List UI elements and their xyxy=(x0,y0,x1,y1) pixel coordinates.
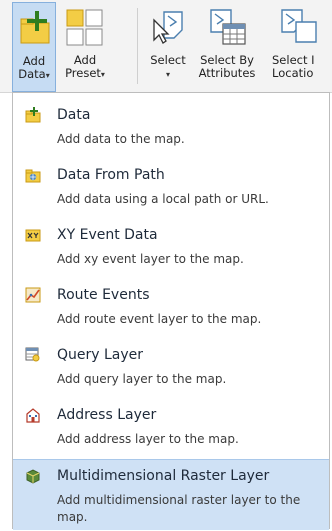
menu-item-title: Address Layer xyxy=(57,407,157,423)
select-icon xyxy=(150,8,186,50)
menu-item-xy-event-data[interactable]: XY Event Data Add xy event layer to the … xyxy=(13,219,329,275)
menu-item-description: Add data using a local path or URL. xyxy=(57,192,269,206)
menu-item-data-from-path[interactable]: Data From Path Add data using a local pa… xyxy=(13,159,329,215)
select-by-location-label-line2: Locatio xyxy=(272,66,314,80)
menu-item-description: Add data to the map. xyxy=(57,132,185,146)
select-by-attributes-icon xyxy=(207,8,247,50)
chevron-down-icon: ▾ xyxy=(165,70,170,79)
menu-item-data[interactable]: Data Add data to the map. xyxy=(13,99,329,155)
ribbon-separator xyxy=(137,8,138,84)
menu-item-description: Add xy event layer to the map. xyxy=(57,252,244,266)
xy-event-icon xyxy=(25,227,41,243)
menu-item-description: Add query layer to the map. xyxy=(57,372,227,386)
menu-item-route-events[interactable]: Route Events Add route event layer to th… xyxy=(13,279,329,335)
add-data-label-line2: Data xyxy=(18,67,46,81)
select-button[interactable]: Select ▾ xyxy=(142,2,194,90)
ribbon: Add Data▾ Add Preset▾ Select ▾ Select By… xyxy=(0,0,332,93)
menu-item-title: Data From Path xyxy=(57,167,165,183)
query-layer-icon xyxy=(25,347,41,363)
multidimensional-raster-icon xyxy=(25,468,41,484)
add-preset-icon xyxy=(65,8,105,52)
select-by-attributes-button[interactable]: Select By Attributes xyxy=(196,2,258,90)
chevron-down-icon: ▾ xyxy=(45,71,50,80)
menu-item-title: Multidimensional Raster Layer xyxy=(57,468,270,484)
select-by-attributes-label-line2: Attributes xyxy=(198,66,256,80)
add-data-icon xyxy=(25,107,41,123)
add-data-icon xyxy=(17,9,51,49)
menu-item-description: Add route event layer to the map. xyxy=(57,312,262,326)
menu-item-multidimensional-raster-layer[interactable]: Multidimensional Raster Layer Add multid… xyxy=(13,459,329,530)
menu-item-description: Add address layer to the map. xyxy=(57,432,239,446)
add-data-button[interactable]: Add Data▾ xyxy=(12,2,56,92)
select-by-location-button[interactable]: Select I Locatio xyxy=(268,2,332,90)
add-preset-button[interactable]: Add Preset▾ xyxy=(60,2,110,90)
address-layer-icon xyxy=(25,407,41,423)
menu-item-title: Route Events xyxy=(57,287,150,303)
add-preset-label-line2: Preset xyxy=(65,66,101,80)
data-from-path-icon xyxy=(25,167,41,183)
menu-item-address-layer[interactable]: Address Layer Add address layer to the m… xyxy=(13,399,329,455)
menu-item-title: XY Event Data xyxy=(57,227,158,243)
chevron-down-icon: ▾ xyxy=(100,70,105,79)
select-label: Select xyxy=(150,53,186,67)
menu-item-title: Data xyxy=(57,107,91,123)
route-events-icon xyxy=(25,287,41,303)
select-by-location-icon xyxy=(278,8,318,50)
menu-item-query-layer[interactable]: Query Layer Add query layer to the map. xyxy=(13,339,329,395)
add-data-menu: Data Add data to the map. Data From Path… xyxy=(12,92,330,530)
menu-item-description: Add multidimensional raster layer to the… xyxy=(57,493,301,524)
menu-item-title: Query Layer xyxy=(57,347,144,363)
